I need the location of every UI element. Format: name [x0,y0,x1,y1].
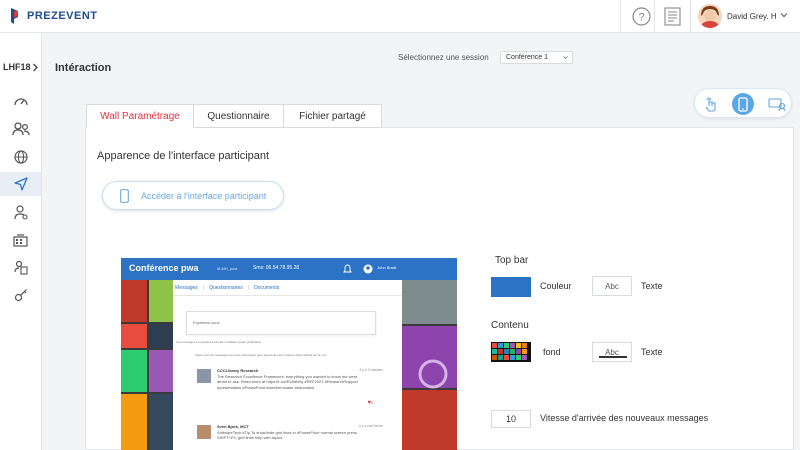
top-bar-color-swatch[interactable] [491,277,531,297]
access-participant-interface-button[interactable]: Accéder à l'interface participant [102,181,284,210]
top-bar-text-color-picker[interactable]: Abc [592,276,632,296]
participant-preview: Conférence pwa #LMH_pwa Sms: 06.54.78.95… [121,258,457,450]
message-speed-input[interactable]: 10 [491,410,531,428]
sidebar-item-web[interactable] [0,145,41,169]
sidebar-item-dashboard[interactable] [0,89,41,113]
logo-text: PREZEVENT [27,10,98,22]
preview-tab-messages: Messages [175,285,198,291]
preview-post: CCCLibrary Research il y a 3 minutes The… [195,367,385,409]
section-title: Apparence de l'interface participant [97,150,270,162]
post-author: CCCLibrary Research [217,368,259,373]
sidebar: LHF18 [0,33,42,450]
divider [173,295,402,296]
app-logo[interactable]: PREZEVENT [10,7,98,25]
sidebar-item-user-settings[interactable] [0,200,41,224]
preview-vote-hint: Votez pour les messages qui vous intéres… [195,353,327,357]
globe-icon [13,150,28,164]
key-icon [14,289,27,302]
session-select[interactable]: Conférence 1 [500,51,573,64]
building-icon [13,233,28,247]
tab-fichier-partage[interactable]: Fichier partagé [284,104,382,128]
text-color-indicator [599,356,627,358]
heart-icon: ♥1 [367,400,373,406]
touch-device-button[interactable] [700,93,722,115]
checklist-icon[interactable] [664,7,681,26]
svg-text:?: ? [638,12,644,24]
tab-wall-parametrage[interactable]: Wall Paramétrage [86,104,194,128]
divider [654,0,655,33]
preview-sms: Sms: 06.54.78.95.28 [253,265,300,271]
users-icon [11,122,30,136]
text-sample: Abc [605,281,619,291]
chevron-down-icon [563,56,568,60]
access-button-label: Accéder à l'interface participant [141,190,267,201]
background-image-swatch[interactable] [491,342,531,362]
send-icon [13,177,28,191]
event-code[interactable]: LHF18 [3,62,31,72]
content-text-color-picker[interactable]: Abc [592,342,632,362]
dashboard-icon [13,98,28,106]
post-body: SoftwareTech #Tip To show/hide grid line… [217,430,357,441]
preview-message-input: Exprimez-vous [186,311,376,335]
help-icon[interactable]: ? [632,7,651,26]
sidebar-item-badges[interactable] [0,255,41,279]
post-likes: 1 [371,401,373,405]
post-time: il y a 3 minutes [359,368,383,372]
divider [620,0,621,33]
preview-hint: Les messages en questions font les media… [176,340,262,344]
preview-content: Messages | Questionnaires | Documents Ex… [173,280,402,450]
tab-questionnaire[interactable]: Questionnaire [194,104,284,128]
device-toggle [694,88,792,118]
user-settings-icon [13,204,28,220]
top-bar: PREZEVENT ? David Grey. H [0,0,800,33]
tab-bar: Wall Paramétrage Questionnaire Fichier p… [86,104,382,128]
content-heading: Contenu [491,320,529,331]
mobile-device-button[interactable] [732,93,754,115]
smartphone-icon [120,188,129,203]
content-text-label: Texte [641,347,663,357]
badge-icon [13,260,28,275]
preview-tabs: Messages | Questionnaires | Documents [175,285,280,291]
sidebar-item-users[interactable] [0,117,41,141]
session-label: Sélectionnez une session [398,53,489,62]
post-body: The Research Excellence Framework: every… [217,374,358,390]
screen-device-button[interactable] [766,93,788,115]
post-avatar [197,425,211,439]
color-label: Couleur [540,281,572,291]
post-time: il y a une heure [359,424,383,428]
chevron-right-icon[interactable] [32,63,39,72]
preview-top-bar: Conférence pwa #LMH_pwa Sms: 06.54.78.95… [121,258,457,280]
post-author: Sven Bjork, MCT [217,424,249,429]
avatar[interactable] [698,4,722,28]
sidebar-item-venue[interactable] [0,228,41,252]
preview-post: Sven Bjork, MCT il y a une heure Softwar… [195,423,385,450]
top-bar-heading: Top bar [495,255,529,266]
preview-tab-documents: Documents [254,285,280,291]
page-title: Intéraction [55,62,112,74]
post-avatar [197,369,211,383]
speed-label: Vitesse d'arrivée des nouveaux messages [540,413,709,423]
chevron-down-icon[interactable] [780,11,788,19]
bell-icon [343,264,352,273]
preview-tab-questionnaires: Questionnaires [209,285,243,291]
sidebar-item-access[interactable] [0,283,41,307]
background-label: fond [543,347,561,357]
preview-title: Conférence pwa [129,263,199,273]
text-label: Texte [641,281,663,291]
smartphone-icon [738,96,748,112]
logo-mark-icon [10,7,22,25]
preview-hashtag: #LMH_pwa [217,266,238,271]
user-name[interactable]: David Grey. H [727,12,777,21]
preview-avatar-icon [363,264,373,274]
preview-user: John Bradt [377,265,397,270]
touch-icon [705,97,716,112]
presentation-icon [768,98,786,111]
sidebar-item-interaction[interactable] [0,172,41,196]
divider [690,0,691,33]
session-select-value: Conférence 1 [506,54,549,61]
